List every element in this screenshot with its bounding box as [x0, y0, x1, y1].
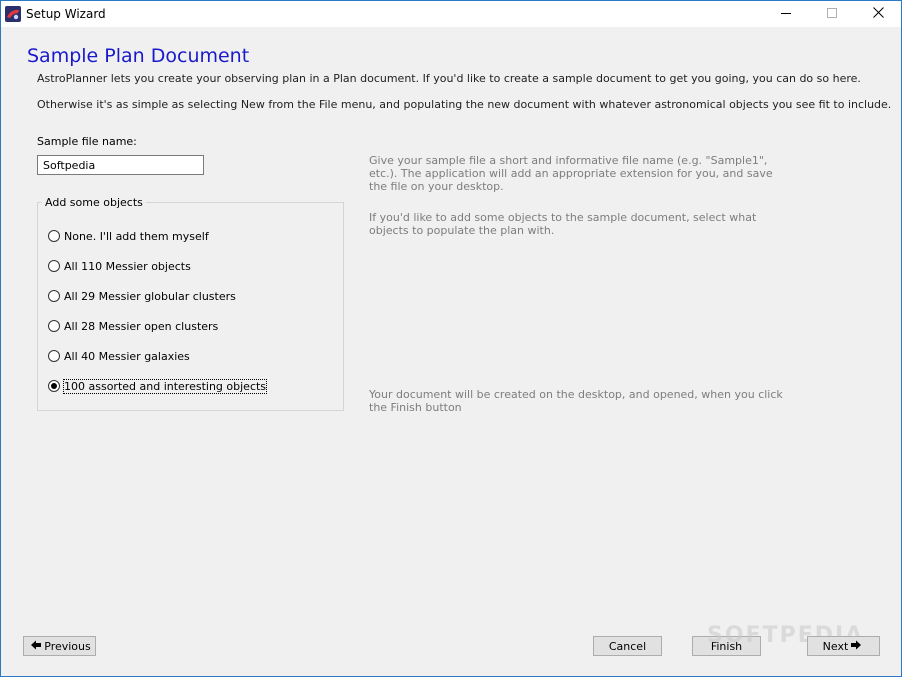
close-button[interactable] — [855, 1, 901, 27]
previous-button[interactable]: Previous — [23, 636, 96, 656]
radio-label: All 28 Messier open clusters — [64, 319, 219, 333]
close-icon — [872, 7, 884, 21]
radio-option-assorted-objects[interactable]: 100 assorted and interesting objects — [48, 378, 268, 394]
radio-button[interactable] — [48, 320, 60, 332]
title-bar[interactable]: Setup Wizard — [1, 1, 901, 27]
radio-label: All 110 Messier objects — [64, 259, 191, 273]
radio-option-globular-clusters[interactable]: All 29 Messier globular clusters — [48, 288, 236, 304]
astroplanner-app-icon — [5, 6, 21, 22]
page-title: Sample Plan Document — [27, 45, 250, 67]
radio-button[interactable] — [48, 230, 60, 242]
radio-option-all-messier[interactable]: All 110 Messier objects — [48, 258, 191, 274]
radio-label: All 29 Messier globular clusters — [64, 289, 236, 303]
maximize-button[interactable] — [809, 1, 855, 27]
radio-button[interactable] — [48, 260, 60, 272]
radio-button[interactable] — [48, 290, 60, 302]
arrow-right-icon — [851, 640, 862, 653]
radio-label: All 40 Messier galaxies — [64, 349, 190, 363]
help-text-file-name: Give your sample file a short and inform… — [369, 154, 773, 193]
help-text-objects: If you'd like to add some objects to the… — [369, 211, 757, 237]
radio-label: None. I'll add them myself — [64, 229, 209, 243]
intro-text-1: AstroPlanner lets you create your observ… — [37, 72, 861, 85]
radio-option-galaxies[interactable]: All 40 Messier galaxies — [48, 348, 190, 364]
next-button[interactable]: Next — [807, 636, 880, 656]
intro-text-2: Otherwise it's as simple as selecting Ne… — [37, 98, 892, 111]
minimize-button[interactable] — [763, 1, 809, 27]
add-objects-group-label: Add some objects — [42, 196, 146, 209]
sample-file-name-label: Sample file name: — [37, 135, 137, 148]
sample-file-name-input[interactable] — [37, 155, 204, 175]
cancel-button-label: Cancel — [608, 639, 647, 653]
next-button-label: Next — [822, 639, 849, 653]
setup-wizard-window: Setup Wizard Sample Plan Document AstroP… — [0, 0, 902, 677]
help-text-finish: Your document will be created on the des… — [369, 388, 783, 414]
radio-label: 100 assorted and interesting objects — [62, 378, 268, 394]
radio-button[interactable] — [48, 350, 60, 362]
minimize-icon — [781, 8, 791, 21]
radio-button-selected[interactable] — [48, 380, 60, 392]
window-title: Setup Wizard — [26, 7, 106, 21]
arrow-left-icon — [31, 640, 42, 653]
previous-button-label: Previous — [44, 639, 91, 653]
radio-option-none[interactable]: None. I'll add them myself — [48, 228, 209, 244]
radio-option-open-clusters[interactable]: All 28 Messier open clusters — [48, 318, 218, 334]
maximize-icon — [827, 7, 837, 21]
cancel-button[interactable]: Cancel — [593, 636, 662, 656]
